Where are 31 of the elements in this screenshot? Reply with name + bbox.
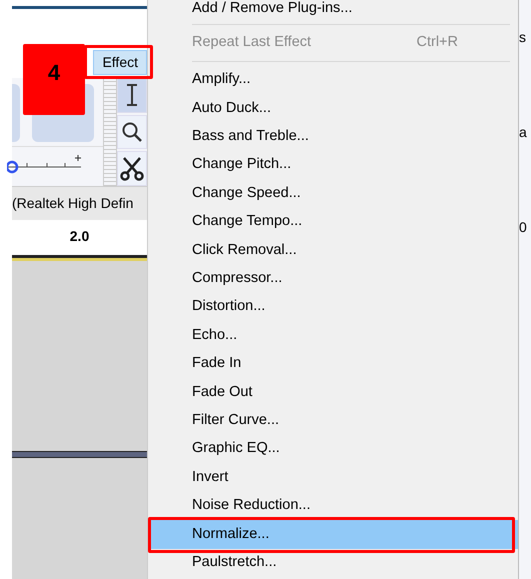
menu-item[interactable]: Add / Remove Plug-ins... xyxy=(148,0,518,20)
ruler-label: 2.0 xyxy=(70,227,90,246)
menu-item[interactable]: Auto Duck... xyxy=(148,94,518,123)
menu-item[interactable]: Noise Reduction... xyxy=(148,492,518,520)
effect-menu-button[interactable]: Effect xyxy=(93,50,147,74)
cut-label: a xyxy=(519,123,527,142)
text-cursor-icon[interactable] xyxy=(125,83,139,108)
toolbar-grip[interactable] xyxy=(103,78,117,186)
highlight-outline xyxy=(84,45,153,79)
scissors-icon[interactable] xyxy=(120,156,144,182)
menu-item[interactable]: Invert xyxy=(148,463,518,492)
menu-item[interactable]: Amplify... xyxy=(148,66,518,94)
menu-item[interactable]: Echo... xyxy=(148,322,518,350)
cut-label: 0 xyxy=(519,218,527,237)
menu-item[interactable]: Paulstretch... xyxy=(148,548,518,578)
menu-item[interactable]: Compressor... xyxy=(148,264,518,294)
menu-item[interactable]: Distortion... xyxy=(148,293,518,322)
menu-item[interactable]: Click Removal... xyxy=(148,236,518,265)
menu-item[interactable]: Change Tempo... xyxy=(148,208,518,236)
zoom-icon[interactable] xyxy=(121,121,143,143)
cut-label: s xyxy=(519,28,526,47)
menu-item[interactable]: Fade Out xyxy=(148,378,518,407)
menu-item[interactable]: Filter Curve... xyxy=(148,406,518,436)
step-callout-tooltip: 4 xyxy=(23,44,85,115)
menu-item[interactable]: Normalize... xyxy=(148,520,518,549)
menu-item[interactable]: Graphic EQ... xyxy=(148,435,518,464)
menu-item[interactable]: Change Pitch... xyxy=(148,151,518,180)
menu-item[interactable]: Change Speed... xyxy=(148,180,518,208)
device-label: (Realtek High Defin xyxy=(12,194,134,213)
menu-item[interactable]: Fade In xyxy=(148,350,518,378)
menu-item[interactable]: Bass and Treble... xyxy=(148,122,518,152)
